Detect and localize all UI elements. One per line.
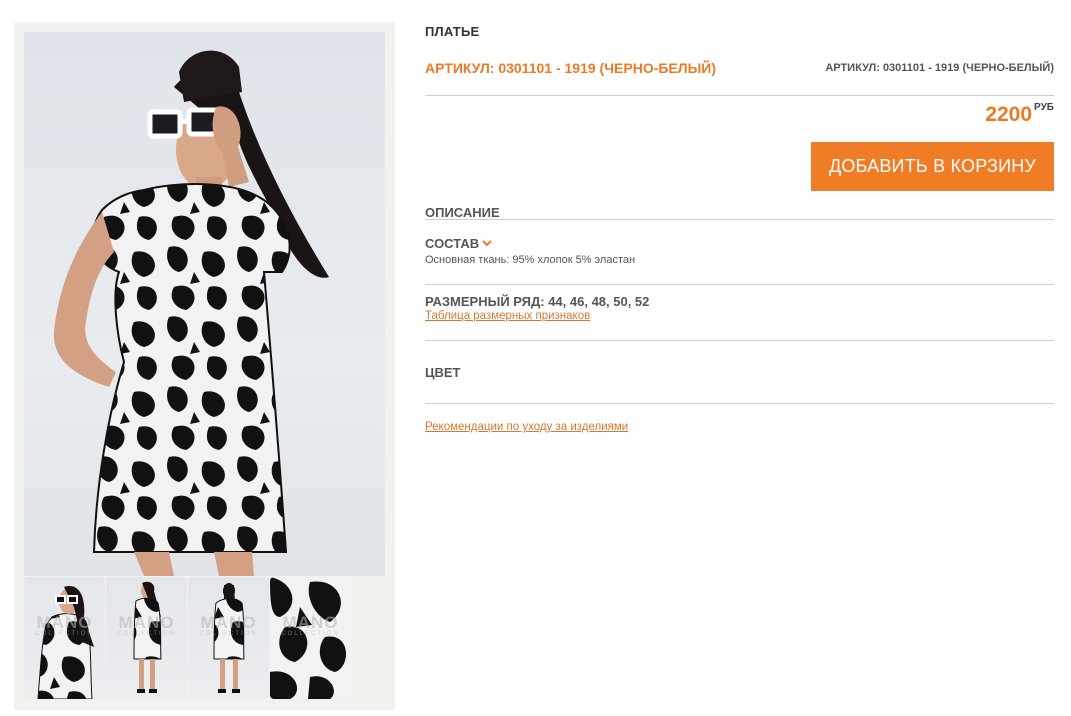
thumbnail-1[interactable]: MANO COLLECTION [24, 577, 105, 699]
divider [425, 340, 1054, 341]
main-product-photo[interactable] [24, 32, 385, 576]
product-sku-secondary: АРТИКУЛ: 0301101 - 1919 (ЧЕРНО-БЕЛЫЙ) [825, 62, 1054, 74]
watermark-logo: MANO COLLECTION [281, 613, 340, 637]
thumbnail-3[interactable]: MANO COLLECTION [188, 577, 269, 699]
care-instructions-link[interactable]: Рекомендации по уходу за изделиями [425, 421, 628, 433]
divider [425, 95, 1054, 96]
divider [425, 403, 1054, 404]
description-title: ОПИСАНИЕ [425, 205, 500, 220]
divider [425, 219, 1054, 220]
composition-toggle[interactable]: СОСТАВ [425, 235, 492, 251]
divider [425, 284, 1054, 285]
product-type-title: ПЛАТЬЕ [425, 24, 480, 39]
watermark-logo: MANO COLLECTION [117, 613, 176, 637]
thumbnail-2[interactable]: MANO COLLECTION [106, 577, 187, 699]
product-sku: АРТИКУЛ: 0301101 - 1919 (ЧЕРНО-БЕЛЫЙ) [425, 60, 717, 76]
watermark-logo: MANO COLLECTION [199, 613, 258, 637]
composition-title: СОСТАВ [425, 236, 480, 251]
price-value: 2200 [985, 103, 1033, 126]
add-to-cart-button[interactable]: ДОБАВИТЬ В КОРЗИНУ [811, 142, 1054, 191]
thumbnail-photo [133, 581, 162, 693]
chevron-down-icon [482, 235, 492, 250]
thumbnail-strip: MANO COLLECTION MANO COLLECTION MANO COL… [24, 577, 385, 699]
price-currency: РУБ [1034, 102, 1054, 113]
composition-text: Основная ткань: 95% хлопок 5% эластан [425, 254, 636, 266]
color-title: ЦВЕТ [425, 365, 461, 380]
model-in-dress-illustration [53, 50, 329, 576]
thumbnail-photo [213, 583, 245, 693]
thumbnail-4[interactable]: MANO COLLECTION [270, 577, 351, 699]
size-range: РАЗМЕРНЫЙ РЯД: 44, 46, 48, 50, 52 [425, 294, 650, 309]
watermark-logo: MANO COLLECTION [35, 613, 94, 637]
product-gallery: MANO COLLECTION MANO COLLECTION MANO COL… [14, 22, 395, 710]
product-price: 2200 РУБ [985, 102, 1054, 127]
thumbnail-fabric-closeup [270, 577, 351, 699]
thumbnail-photo [37, 586, 94, 699]
size-chart-link[interactable]: Таблица размерных признаков [425, 310, 590, 322]
